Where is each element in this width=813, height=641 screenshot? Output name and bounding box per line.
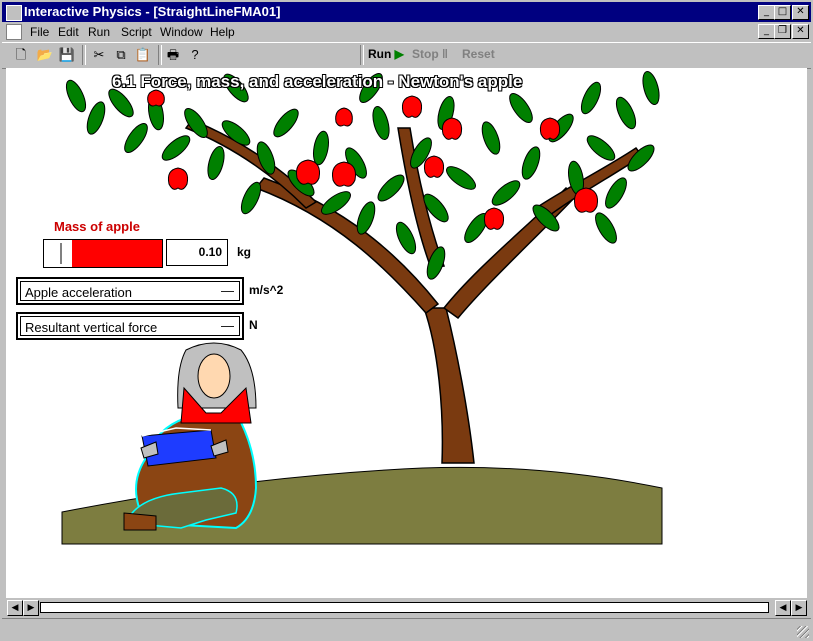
force-meter[interactable]: Resultant vertical force —: [16, 312, 244, 340]
menu-bar: File Edit Run Script Window Help _ ❐ ✕: [2, 22, 811, 41]
scroll-track[interactable]: [40, 602, 769, 613]
mass-unit: kg: [237, 245, 252, 259]
accel-label: Apple acceleration: [25, 285, 132, 300]
play-icon: ▶: [391, 47, 404, 61]
scroll-left-end-icon[interactable]: ◀: [775, 600, 791, 616]
run-label: Run: [368, 47, 392, 61]
print-icon[interactable]: 🖶: [164, 46, 182, 64]
doc-close-icon[interactable]: ✕: [792, 24, 809, 39]
save-icon[interactable]: 💾: [58, 46, 76, 64]
mass-label: Mass of apple: [54, 219, 140, 234]
stop-label: Stop: [412, 47, 439, 61]
maximize-icon[interactable]: □: [774, 5, 791, 20]
paste-icon[interactable]: 📋: [134, 46, 152, 64]
mass-value: 0.10: [198, 245, 222, 259]
stop-button[interactable]: Stop ‖: [412, 47, 448, 61]
doc-restore-icon[interactable]: ❐: [774, 24, 791, 39]
page-title: 6.1 Force, mass, and acceleration - Newt…: [112, 72, 523, 91]
menu-help[interactable]: Help: [210, 25, 235, 39]
menu-script[interactable]: Script: [121, 25, 152, 39]
reset-button[interactable]: Reset: [462, 47, 495, 61]
mass-slider-fill: [72, 240, 162, 267]
mass-input[interactable]: 0.10: [166, 239, 228, 266]
cut-icon[interactable]: ✂: [90, 46, 108, 64]
doc-minimize-icon[interactable]: _: [758, 24, 775, 39]
simulation-canvas[interactable]: 6.1 Force, mass, and acceleration - Newt…: [6, 68, 807, 598]
toolbar-divider: [360, 45, 364, 65]
toolbar-divider: [158, 45, 162, 65]
help-pointer-icon[interactable]: ?: [186, 46, 204, 64]
accel-value: —: [221, 283, 234, 298]
copy-icon[interactable]: ⧉: [112, 46, 130, 64]
horizontal-scrollbar[interactable]: ◀ ▶ ◀ ▶: [6, 599, 807, 616]
window-title: Interactive Physics - [StraightLineFMA01…: [24, 4, 281, 19]
accel-meter[interactable]: Apple acceleration —: [16, 277, 244, 305]
close-icon[interactable]: ✕: [792, 5, 809, 20]
title-bar: Interactive Physics - [StraightLineFMA01…: [2, 2, 811, 22]
minimize-icon[interactable]: _: [758, 5, 775, 20]
status-bar: [2, 618, 811, 640]
force-value: —: [221, 318, 234, 333]
resize-grip-icon[interactable]: [797, 626, 809, 638]
mass-slider-thumb[interactable]: [60, 243, 62, 264]
document-icon[interactable]: [6, 24, 22, 40]
menu-edit[interactable]: Edit: [58, 25, 79, 39]
force-label: Resultant vertical force: [25, 320, 158, 335]
menu-file[interactable]: File: [30, 25, 49, 39]
run-button[interactable]: Run ▶: [368, 47, 404, 61]
scroll-right-end-icon[interactable]: ▶: [791, 600, 807, 616]
newton-figure: [123, 342, 258, 531]
new-file-icon[interactable]: 🗋: [12, 46, 30, 64]
toolbar-divider: [82, 45, 86, 65]
mass-slider[interactable]: [43, 239, 163, 268]
force-unit: N: [249, 318, 258, 332]
toolbar: 🗋 📂 💾 ✂ ⧉ 📋 🖶 ? Run ▶ Stop ‖ Reset: [2, 42, 811, 69]
pause-icon: ‖: [438, 47, 448, 61]
accel-unit: m/s^2: [249, 283, 284, 297]
scroll-right-icon[interactable]: ▶: [23, 600, 39, 616]
menu-run[interactable]: Run: [88, 25, 110, 39]
open-folder-icon[interactable]: 📂: [36, 46, 54, 64]
app-icon[interactable]: [6, 5, 22, 21]
menu-window[interactable]: Window: [160, 25, 203, 39]
scroll-left-icon[interactable]: ◀: [7, 600, 23, 616]
